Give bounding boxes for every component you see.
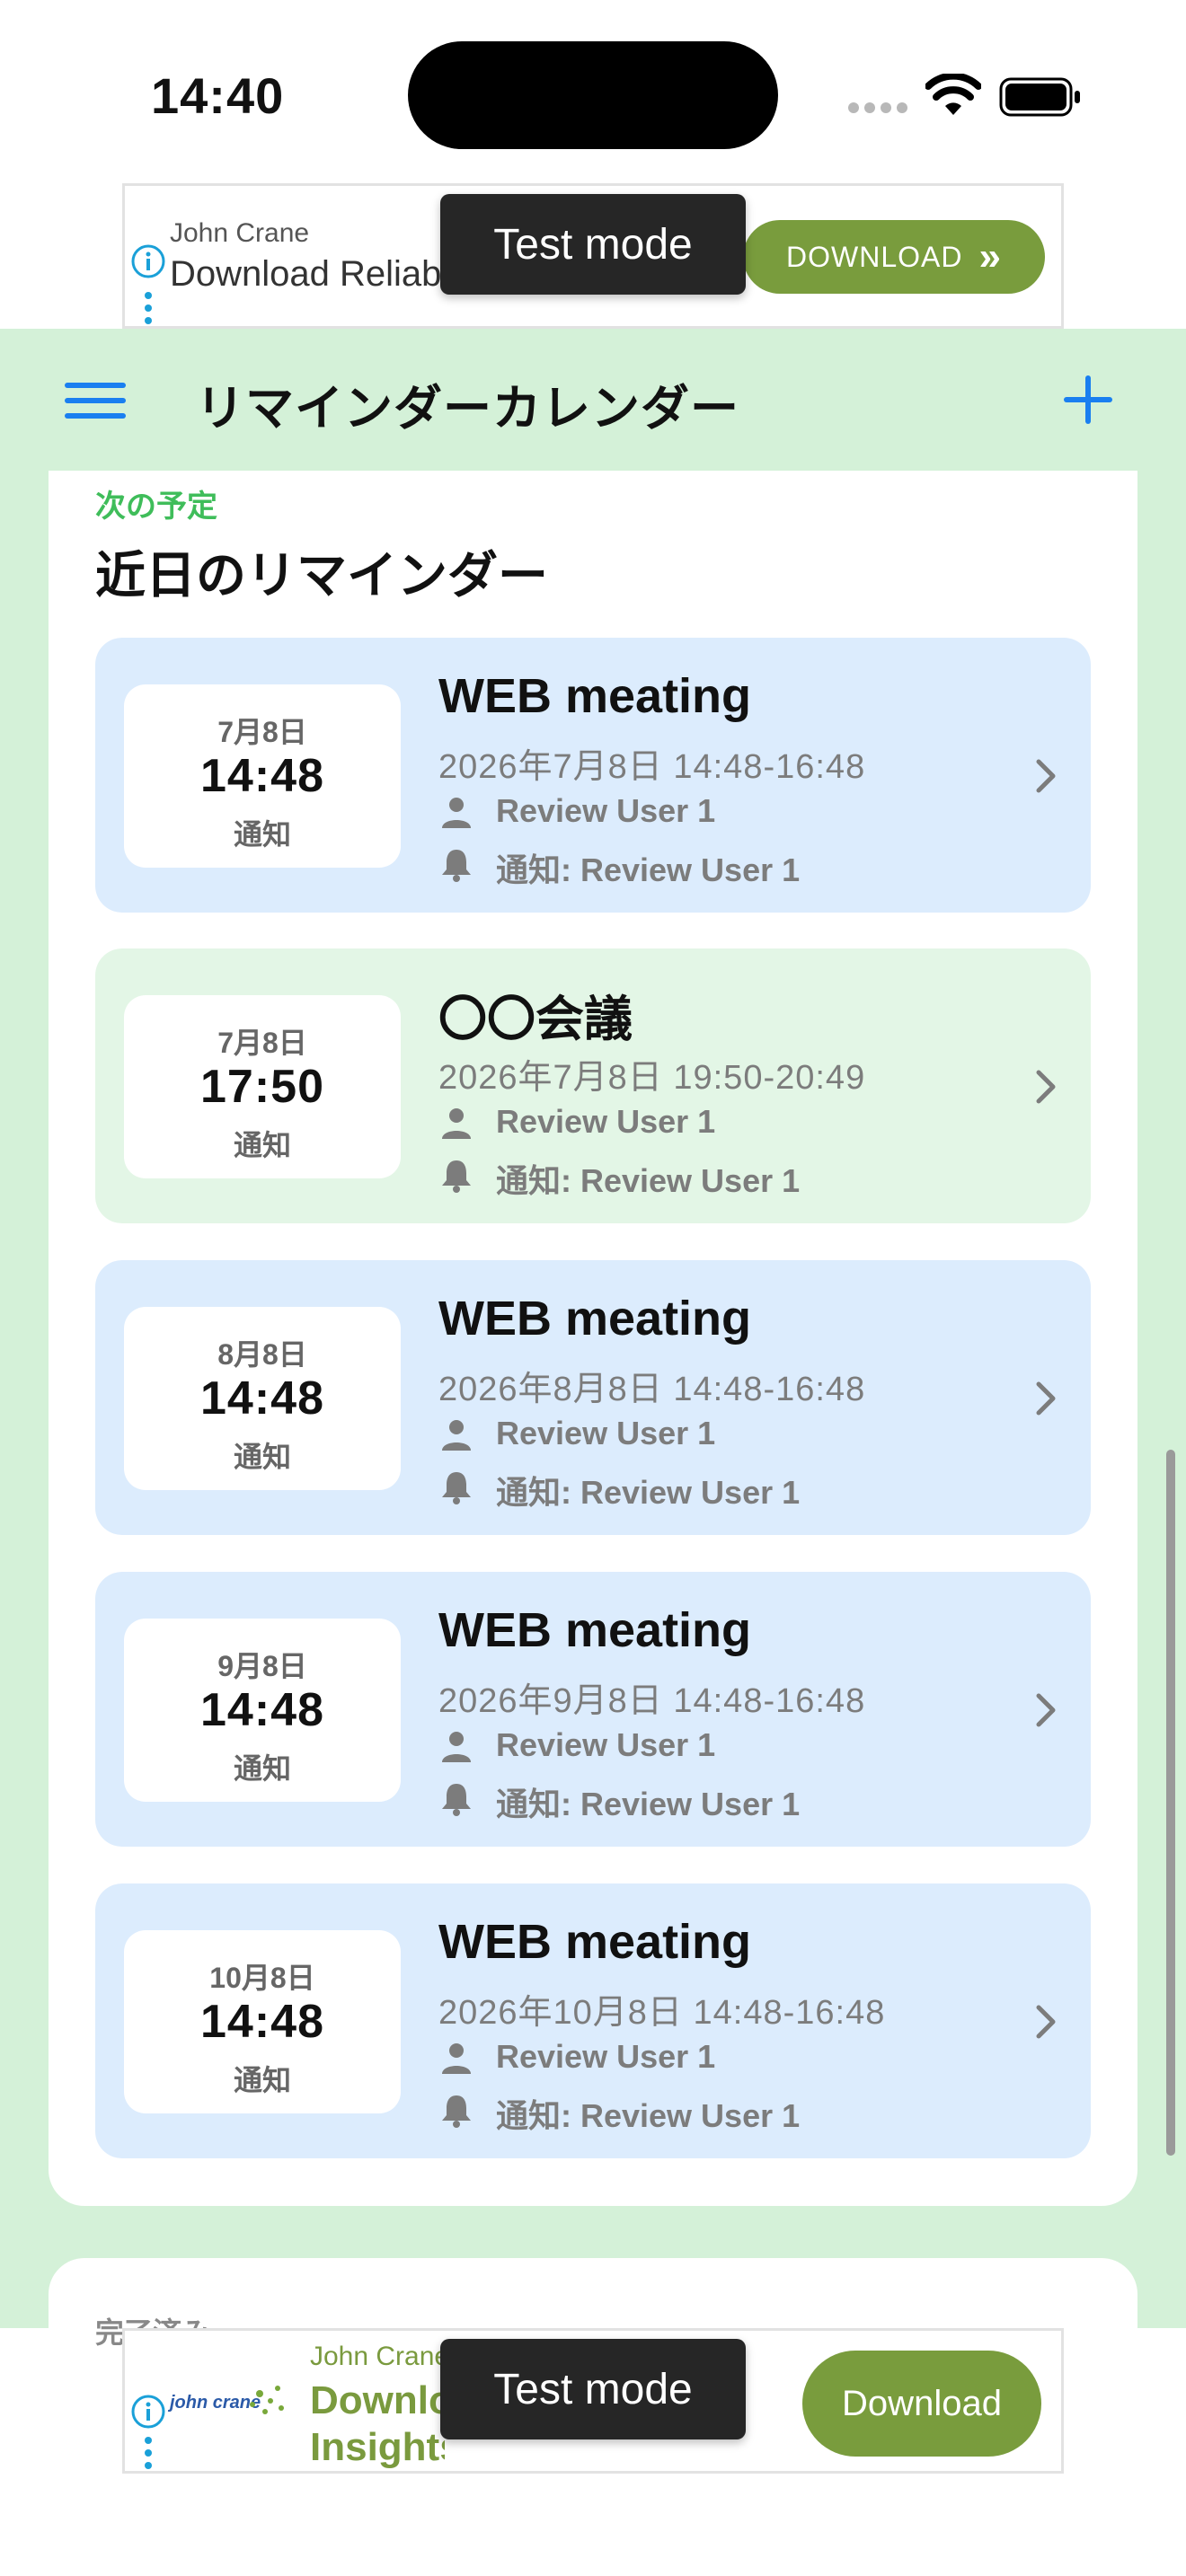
upcoming-title: 近日のリマインダー <box>95 547 548 604</box>
ad-download-button[interactable]: Download <box>802 2351 1041 2457</box>
reminder-title: WEB meating <box>438 1603 752 1657</box>
reminder-time: 17:50 <box>200 1061 324 1113</box>
reminder-time: 14:48 <box>200 750 324 802</box>
person-icon <box>442 2043 471 2074</box>
reminder-user: Review User 1 <box>496 1415 716 1451</box>
ad-advertiser: John Crane <box>170 218 310 248</box>
reminder-date-box: 9月8日 14:48 通知 <box>124 1619 401 1802</box>
reminder-date: 7月8日 <box>217 1027 307 1059</box>
test-mode-badge: Test mode <box>440 194 746 295</box>
wifi-icon <box>925 74 981 115</box>
reminder-notify: 通知: Review User 1 <box>496 1786 801 1822</box>
bell-icon <box>442 1160 471 1193</box>
test-mode-badge: Test mode <box>440 2339 746 2439</box>
bell-icon <box>442 850 471 882</box>
reminder-date-box: 8月8日 14:48 通知 <box>124 1307 401 1490</box>
ad-options-icon[interactable] <box>145 292 152 324</box>
battery-icon <box>999 77 1080 117</box>
reminder-date: 9月8日 <box>217 1650 307 1682</box>
reminder-range: 2026年8月8日 14:48-16:48 <box>438 1371 866 1408</box>
reminder-user: Review User 1 <box>496 1726 716 1763</box>
upcoming-eyebrow: 次の予定 <box>95 490 217 524</box>
ad-advertiser: John Crane <box>310 2342 450 2371</box>
reminder-card[interactable]: 10月8日 14:48 通知 WEB meating 2026年10月8日 14… <box>95 1883 1091 2158</box>
john-crane-logo-text: john crane <box>167 2393 261 2413</box>
reminder-date-box: 10月8日 14:48 通知 <box>124 1930 401 2113</box>
reminder-range: 2026年10月8日 14:48-16:48 <box>438 1994 886 2032</box>
reminder-time: 14:48 <box>200 1372 324 1425</box>
chevron-right-icon <box>1036 2005 1056 2039</box>
reminder-notify: 通知: Review User 1 <box>496 1162 801 1199</box>
reminder-notify-label: 通知 <box>233 818 291 851</box>
cellular-signal-icon <box>848 102 907 115</box>
reminder-date: 8月8日 <box>217 1338 307 1371</box>
app-title: リマインダーカレンダー <box>196 382 739 436</box>
double-chevron-right-icon: » <box>978 234 1002 278</box>
hamburger-menu-icon[interactable] <box>65 381 126 420</box>
reminder-range: 2026年7月8日 19:50-20:49 <box>438 1059 866 1097</box>
person-icon <box>442 798 471 828</box>
ad-download-label: DOWNLOAD <box>786 240 963 273</box>
chevron-right-icon <box>1036 1381 1056 1416</box>
chevron-right-icon <box>1036 1693 1056 1727</box>
reminder-title: 〇〇会議 <box>438 992 633 1046</box>
ad-info-icon[interactable] <box>130 243 166 279</box>
reminder-date-box: 7月8日 14:48 通知 <box>124 684 401 868</box>
dynamic-island <box>408 41 778 149</box>
reminder-user: Review User 1 <box>496 2038 716 2075</box>
reminder-date: 10月8日 <box>209 1962 315 1994</box>
person-icon <box>442 1732 471 1762</box>
scrollbar[interactable] <box>1166 1450 1175 2156</box>
chevron-right-icon <box>1036 1070 1056 1104</box>
reminder-time: 14:48 <box>200 1684 324 1736</box>
john-crane-logo: john crane <box>167 2386 284 2414</box>
reminder-notify-label: 通知 <box>233 1441 291 1473</box>
reminder-card[interactable]: 7月8日 14:48 通知 WEB meating 2026年7月8日 14:4… <box>95 638 1091 913</box>
reminder-range: 2026年9月8日 14:48-16:48 <box>438 1682 866 1720</box>
reminder-notify: 通知: Review User 1 <box>496 1474 801 1511</box>
plus-icon[interactable] <box>1060 372 1116 428</box>
person-icon <box>442 1108 471 1139</box>
ad-info-icon[interactable] <box>130 2394 166 2430</box>
reminder-notify-label: 通知 <box>233 1129 291 1161</box>
reminder-notify-label: 通知 <box>233 2064 291 2096</box>
bell-icon <box>442 1784 471 1816</box>
reminder-time: 14:48 <box>200 1996 324 2048</box>
reminder-card[interactable]: 8月8日 14:48 通知 WEB meating 2026年8月8日 14:4… <box>95 1260 1091 1535</box>
ad-headline[interactable]: Download Insights <box>310 2378 445 2471</box>
reminder-date: 7月8日 <box>217 716 307 748</box>
reminder-range: 2026年7月8日 14:48-16:48 <box>438 748 866 786</box>
reminder-notify-label: 通知 <box>233 1752 291 1785</box>
ad-options-icon[interactable] <box>145 2437 152 2469</box>
reminder-notify: 通知: Review User 1 <box>496 2097 801 2134</box>
status-time: 14:40 <box>151 67 285 124</box>
chevron-right-icon <box>1036 759 1056 793</box>
ad-download-button[interactable]: DOWNLOAD » <box>743 220 1045 294</box>
reminder-date-box: 7月8日 17:50 通知 <box>124 995 401 1178</box>
reminder-card[interactable]: 7月8日 17:50 通知 〇〇会議 2026年7月8日 19:50-20:49… <box>95 948 1091 1223</box>
bell-icon <box>442 2095 471 2128</box>
reminder-title: WEB meating <box>438 1292 752 1345</box>
reminder-user: Review User 1 <box>496 792 716 829</box>
reminder-card[interactable]: 9月8日 14:48 通知 WEB meating 2026年9月8日 14:4… <box>95 1572 1091 1847</box>
bell-icon <box>442 1472 471 1504</box>
reminder-notify: 通知: Review User 1 <box>496 851 801 888</box>
reminder-title: WEB meating <box>438 669 752 723</box>
person-icon <box>442 1420 471 1451</box>
reminder-title: WEB meating <box>438 1915 752 1969</box>
reminder-user: Review User 1 <box>496 1103 716 1140</box>
